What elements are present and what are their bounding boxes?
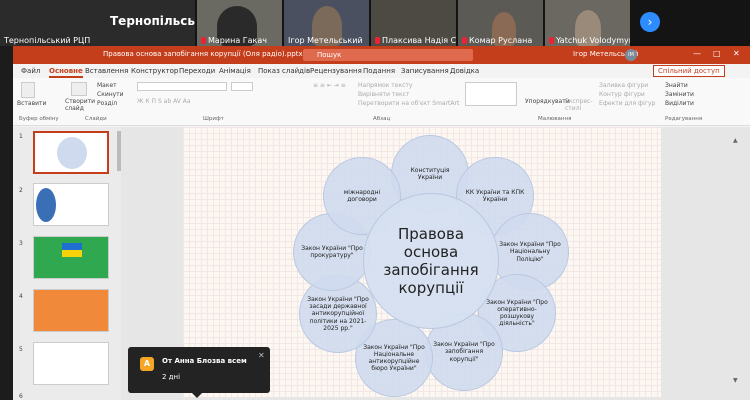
shapes-gallery[interactable]	[465, 82, 517, 106]
toast-pointer	[192, 393, 202, 398]
new-slide-button[interactable]: Створити слайд	[65, 98, 95, 112]
select-button[interactable]: Виділити	[665, 100, 694, 107]
search-placeholder: Пошук	[317, 51, 342, 59]
video-tile-1[interactable]: Тернопільський... Тернопільський РЦП	[0, 0, 195, 46]
slide-thumbnail-2[interactable]	[33, 183, 109, 226]
video-tile-5[interactable]: Комар Руслана	[458, 0, 543, 46]
group-label-slides: Слайди	[85, 116, 107, 122]
shape-fill-button[interactable]: Заливка фігури	[599, 82, 648, 89]
paste-button[interactable]: Вставити	[17, 100, 46, 107]
title-bar: Правова основа запобігання корупції (Оля…	[13, 46, 750, 64]
shape-outline-button[interactable]: Контур фігури	[599, 91, 645, 98]
scroll-down-icon[interactable]: ▼	[733, 377, 738, 384]
diagram-center-title: Правова основа запобігання корупції	[383, 225, 479, 297]
slide-number: 1	[19, 133, 23, 140]
tab-slideshow[interactable]: Показ слайдів	[258, 67, 310, 75]
diagram-center: Правова основа запобігання корупції	[363, 193, 499, 329]
canvas-scrollbar[interactable]: ▲ ▼	[733, 137, 739, 397]
tab-help[interactable]: Довідка	[450, 67, 479, 75]
layout-button[interactable]: Макет	[97, 82, 117, 89]
reset-button[interactable]: Скинути	[97, 91, 124, 98]
notification-message: 2 дні	[162, 373, 181, 381]
smartart-button[interactable]: Перетворити на об'єкт SmartArt	[358, 100, 459, 107]
slide-thumbnail-4[interactable]	[33, 289, 109, 332]
video-tile-4[interactable]: Плаксива Надія Степа...	[371, 0, 456, 46]
group-label-font: Шрифт	[203, 116, 224, 122]
replace-button[interactable]: Замінити	[665, 91, 694, 98]
group-label-clipboard: Буфер обміну	[19, 116, 59, 122]
group-label-drawing: Малювання	[538, 116, 572, 122]
thumbnail-flag-yellow	[62, 250, 82, 257]
chevron-right-icon: ›	[647, 15, 653, 29]
font-format-icons[interactable]: Ж К П S ab AV Aa	[137, 98, 191, 105]
participant-label: Комар Руслана	[469, 36, 533, 45]
group-label-editing: Редагування	[665, 116, 703, 122]
participant-label: Yatchuk Volodymyr	[556, 36, 630, 45]
mic-muted-icon	[201, 37, 206, 44]
group-label-paragraph: Абзац	[373, 116, 391, 122]
tab-record[interactable]: Записування	[401, 67, 449, 75]
slide-number: 3	[19, 240, 23, 247]
maximize-icon[interactable]: □	[713, 49, 721, 58]
powerpoint-window: Правова основа запобігання корупції (Оля…	[13, 46, 750, 400]
mic-muted-icon	[375, 37, 380, 44]
participant-name: Тернопільський...	[110, 14, 195, 28]
mic-muted-icon	[549, 37, 554, 44]
notification-sender: От Анна Блозва всем	[162, 357, 247, 365]
slide-number: 4	[19, 293, 23, 300]
ribbon-tabs: Файл Основне Вставлення Конструктор Пере…	[13, 64, 750, 78]
video-tile-6[interactable]: Yatchuk Volodymyr	[545, 0, 630, 46]
find-button[interactable]: Знайти	[665, 82, 688, 89]
ribbon: Вставити Створити слайд Макет Скинути Ро…	[13, 78, 750, 126]
tab-file[interactable]: Файл	[21, 67, 40, 75]
thumbnail-preview	[36, 188, 56, 222]
tab-insert[interactable]: Вставлення	[85, 67, 128, 75]
paragraph-list-icons[interactable]: ≡ ≡ ⇤ ⇥ ≡	[313, 82, 346, 89]
thumbnail-flag-blue	[62, 243, 82, 250]
participant-label: Плаксива Надія Степа...	[382, 36, 456, 45]
chat-notification[interactable]: А От Анна Блозва всем 2 дні ✕	[128, 347, 270, 398]
video-tile-2[interactable]: Марина Гакач	[197, 0, 282, 46]
slide-number: 2	[19, 187, 23, 194]
text-direction-button[interactable]: Напрямок тексту	[358, 82, 412, 89]
gallery-next-button[interactable]: ›	[640, 12, 660, 32]
tab-animations[interactable]: Анімація	[219, 67, 251, 75]
shape-effects-button[interactable]: Ефекти для фігур	[599, 100, 655, 107]
sender-avatar: А	[140, 357, 154, 371]
tab-home[interactable]: Основне	[49, 67, 83, 78]
video-gallery-strip: Тернопільський... Тернопільський РЦП Мар…	[0, 0, 750, 46]
user-avatar[interactable]: ІМ	[625, 49, 637, 61]
slide-thumbnail-1[interactable]	[33, 131, 109, 174]
section-button[interactable]: Розділ	[97, 100, 117, 107]
mic-muted-icon	[462, 37, 467, 44]
participant-label: Марина Гакач	[208, 36, 267, 45]
minimize-icon[interactable]: —	[693, 49, 701, 58]
close-icon[interactable]: ✕	[258, 351, 265, 360]
tab-transitions[interactable]: Переходи	[179, 67, 215, 75]
tab-review[interactable]: Рецензування	[310, 67, 362, 75]
new-slide-icon[interactable]	[71, 82, 87, 96]
font-name-select[interactable]	[137, 82, 227, 91]
close-icon[interactable]: ✕	[733, 49, 740, 58]
thumbnail-preview	[57, 137, 87, 169]
scroll-up-icon[interactable]: ▲	[733, 137, 739, 144]
paste-icon[interactable]	[21, 82, 35, 98]
participant-label: Ігор Метельський	[288, 36, 363, 45]
align-text-button[interactable]: Вирівняти текст	[358, 91, 409, 98]
participant-label: Тернопільський РЦП	[4, 36, 91, 45]
video-tile-3[interactable]: Ігор Метельський	[284, 0, 369, 46]
tab-view[interactable]: Подання	[363, 67, 395, 75]
quick-styles-button[interactable]: Експрес-стилі	[565, 98, 595, 112]
slide-number: 5	[19, 346, 23, 353]
arrange-button[interactable]: Упорядкувати	[525, 98, 570, 105]
slide-thumbnail-5[interactable]	[33, 342, 109, 385]
slide-thumbnail-3[interactable]	[33, 236, 109, 279]
search-box[interactable]: Пошук	[303, 49, 473, 61]
share-button[interactable]: Спільний доступ	[653, 65, 725, 77]
slide-thumbnails-pane: 1 2 3 4 5 6	[13, 127, 121, 400]
tab-design[interactable]: Конструктор	[131, 67, 178, 75]
font-size-select[interactable]	[231, 82, 253, 91]
slide-number: 6	[19, 393, 23, 400]
